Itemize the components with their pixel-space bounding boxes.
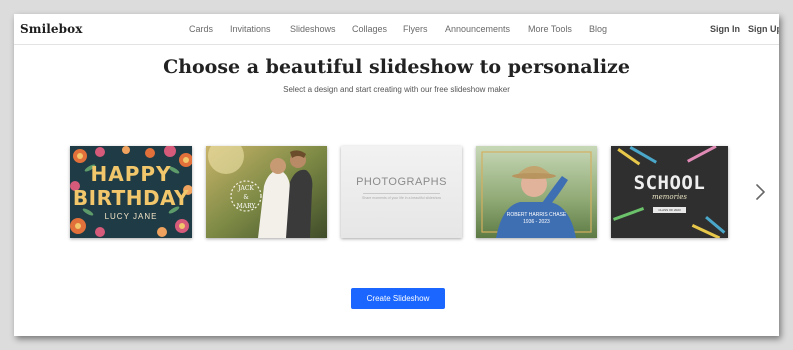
couple-names: JACK & MARY xyxy=(228,184,264,211)
nav-item-cards[interactable]: Cards xyxy=(189,24,213,34)
template-card-happy-birthday[interactable]: HAPPY BIRTHDAY LUCY JANE xyxy=(70,146,192,238)
card-name: LUCY JANE xyxy=(104,212,158,221)
create-slideshow-button[interactable]: Create Slideshow xyxy=(351,288,445,309)
browser-page: Smilebox Cards Invitations Slideshows Co… xyxy=(14,14,779,336)
chevron-right-icon[interactable] xyxy=(752,183,768,201)
divider-line xyxy=(363,193,440,194)
memorial-name: ROBERT HARRIS CHASE xyxy=(506,212,567,218)
name-one: JACK xyxy=(238,185,254,192)
nav-item-announcements[interactable]: Announcements xyxy=(445,24,510,34)
card-title: PHOTOGRAPHS xyxy=(356,176,447,188)
nav-item-more-tools[interactable]: More Tools xyxy=(528,24,572,34)
page-title: Choose a beautiful slideshow to personal… xyxy=(163,56,630,78)
template-card-photographs[interactable]: PHOTOGRAPHS Share moments of your life i… xyxy=(341,146,462,238)
nav-item-blog[interactable]: Blog xyxy=(589,24,607,34)
nav-item-flyers[interactable]: Flyers xyxy=(403,24,428,34)
nav-item-slideshows[interactable]: Slideshows xyxy=(290,24,336,34)
card-title-line1: HAPPY xyxy=(90,162,172,186)
memorial-years: 1936 - 2023 xyxy=(523,219,550,225)
template-card-school-memories[interactable]: SCHOOL memories CLASS OF 2023 xyxy=(611,146,728,238)
name-two: MARY xyxy=(236,203,256,210)
card-subtitle: memories xyxy=(652,193,687,201)
nav-item-collages[interactable]: Collages xyxy=(352,24,387,34)
template-card-memorial[interactable]: ROBERT HARRIS CHASE 1936 - 2023 xyxy=(476,146,597,238)
sign-up-link[interactable]: Sign Up xyxy=(748,24,779,34)
page-subtitle: Select a design and start creating with … xyxy=(283,85,510,94)
main-nav: Cards Invitations Slideshows Collages Fl… xyxy=(14,24,779,38)
ampersand: & xyxy=(243,194,249,201)
card-title-line2: BIRTHDAY xyxy=(72,186,190,210)
card-subtitle: Share moments of your life in a beautifu… xyxy=(362,196,441,200)
card-title: SCHOOL xyxy=(633,172,706,194)
couple-photo xyxy=(206,146,327,238)
sign-in-link[interactable]: Sign In xyxy=(710,24,740,34)
class-badge: CLASS OF 2023 xyxy=(653,207,686,213)
template-card-wedding[interactable]: JACK & MARY xyxy=(206,146,327,238)
nav-item-invitations[interactable]: Invitations xyxy=(230,24,271,34)
top-navigation-bar: Smilebox Cards Invitations Slideshows Co… xyxy=(14,14,779,45)
memorial-caption: ROBERT HARRIS CHASE 1936 - 2023 xyxy=(490,212,583,226)
